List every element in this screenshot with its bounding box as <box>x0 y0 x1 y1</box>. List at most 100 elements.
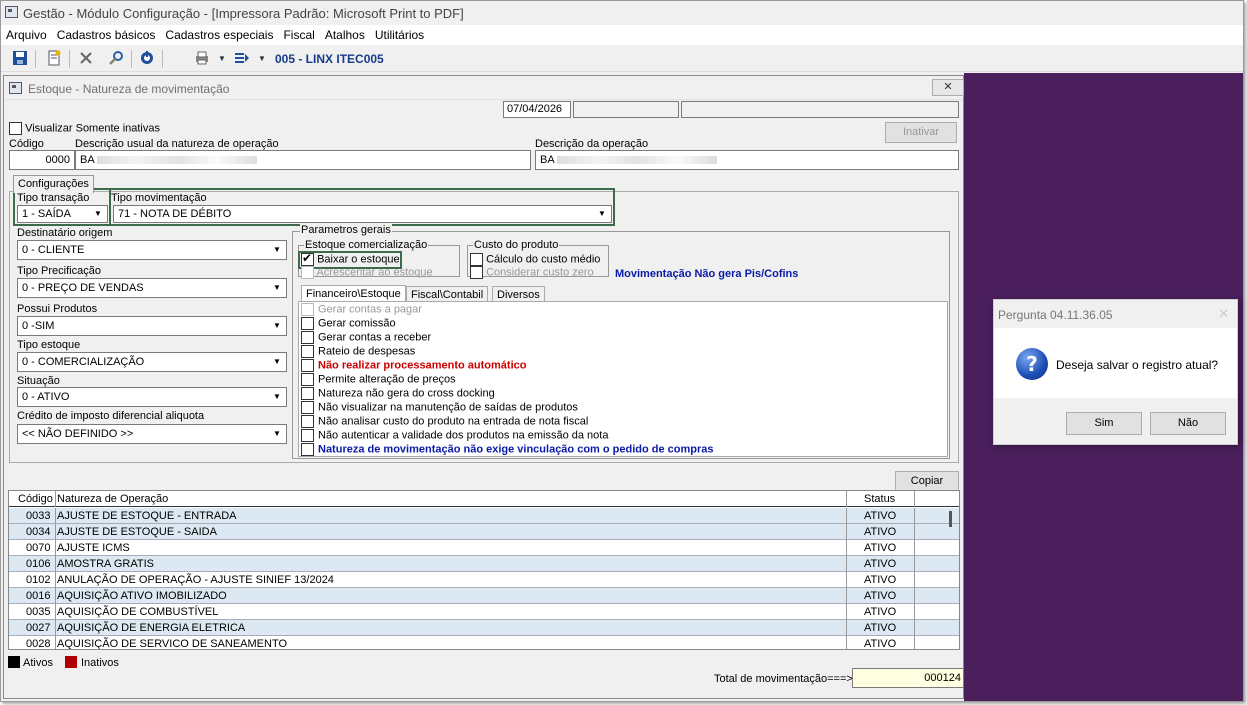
calculo-check-box[interactable] <box>470 253 483 266</box>
tipo-estoque-select[interactable]: 0 - COMERCIALIZAÇÃO ▼ <box>17 352 287 372</box>
op-desc-label: Descrição da operação <box>535 138 649 150</box>
option-check-box[interactable] <box>301 401 314 414</box>
option-nao-analisar-custo[interactable]: Não analisar custo do produto na entrada… <box>301 415 588 428</box>
option-check-box[interactable] <box>301 359 314 372</box>
option-check-box[interactable] <box>301 345 314 358</box>
tipo-movimentacao-select[interactable]: 71 - NOTA DE DÉBITO ▼ <box>113 205 612 223</box>
baixar-checkbox[interactable]: Baixar o estoque <box>301 251 400 266</box>
chevron-down-icon[interactable]: ▼ <box>269 318 285 334</box>
export-icon[interactable] <box>233 50 251 67</box>
table-row[interactable]: 0102 ANULAÇÃO DE OPERAÇÃO - AJUSTE SINIEF… <box>9 572 959 588</box>
menu-atalhos[interactable]: Atalhos <box>320 25 370 45</box>
menu-cadastros-basicos[interactable]: Cadastros básicos <box>52 25 161 45</box>
option-check-box[interactable] <box>301 387 314 400</box>
option-check-box[interactable] <box>301 429 314 442</box>
calculo-checkbox[interactable]: Cálculo do custo médio <box>470 253 600 266</box>
table-row[interactable]: 0035 AQUISIÇÃO DE COMBUSTÍVEL ATIVO <box>9 604 959 620</box>
credito-select[interactable]: << NÃO DEFINIDO >> ▼ <box>17 424 287 444</box>
possui-produtos-select[interactable]: 0 -SIM ▼ <box>17 316 287 336</box>
only-inactive-checkbox[interactable]: Visualizar Somente inativas <box>9 122 160 135</box>
toolbar: ▼ ▼ 005 - LINX ITEC005 <box>1 46 1243 72</box>
menu-utilitarios[interactable]: Utilitários <box>370 25 429 45</box>
copiar-button[interactable]: Copiar <box>895 471 959 491</box>
dialog-close-icon[interactable]: ✕ <box>1218 306 1229 322</box>
date-field: 07/04/2026 <box>503 101 571 118</box>
considerar-checkbox: Considerar custo zero <box>470 266 594 279</box>
destinatario-value: 0 - CLIENTE <box>22 244 85 256</box>
option-nao-visualizar-saidas[interactable]: Não visualizar na manutenção de saídas d… <box>301 401 578 414</box>
table-row[interactable]: 0016 AQUISIÇÃO ATIVO IMOBILIZADO ATIVO <box>9 588 959 604</box>
option-check-box[interactable] <box>301 317 314 330</box>
header-natureza[interactable]: Natureza de Operação <box>57 493 168 505</box>
toolbar-separator <box>131 50 132 68</box>
col-divider <box>846 572 847 588</box>
tipo-transacao-select[interactable]: 1 - SAÍDA ▼ <box>17 205 108 223</box>
tipo-precificacao-select[interactable]: 0 - PREÇO DE VENDAS ▼ <box>17 278 287 298</box>
delete-icon[interactable] <box>77 50 95 67</box>
table-row[interactable]: 0033 AJUSTE DE ESTOQUE - ENTRADA ATIVO <box>9 508 959 524</box>
chevron-down-icon[interactable]: ▼ <box>269 389 285 405</box>
header-codigo[interactable]: Código <box>18 493 53 505</box>
menu-arquivo[interactable]: Arquivo <box>1 25 52 45</box>
destinatario-select[interactable]: 0 - CLIENTE ▼ <box>17 240 287 260</box>
new-document-icon[interactable] <box>45 50 63 67</box>
col-divider <box>914 572 915 588</box>
table-row[interactable]: 0070 AJUSTE ICMS ATIVO <box>9 540 959 556</box>
tipo-movimentacao-label: Tipo movimentação <box>111 192 207 204</box>
print-dropdown-icon[interactable]: ▼ <box>213 50 231 67</box>
col-divider <box>55 604 56 620</box>
chevron-down-icon[interactable]: ▼ <box>594 207 610 221</box>
close-button[interactable]: ✕ <box>932 79 964 96</box>
option-cross-docking[interactable]: Natureza não gera do cross docking <box>301 387 495 400</box>
only-inactive-check-box[interactable] <box>9 122 22 135</box>
considerar-check-box[interactable] <box>470 266 483 279</box>
chevron-down-icon[interactable]: ▼ <box>269 242 285 258</box>
sim-button[interactable]: Sim <box>1066 412 1142 435</box>
table-row[interactable]: 0027 AQUISIÇÃO DE ENERGIA ELETRICA ATIVO <box>9 620 959 636</box>
code-field[interactable]: 0000 <box>9 150 75 170</box>
option-nao-exige-vinculacao[interactable]: Natureza de movimentação não exige vincu… <box>301 443 714 456</box>
chevron-down-icon[interactable]: ▼ <box>90 207 106 221</box>
tab-configuracoes[interactable]: Configurações <box>13 175 94 193</box>
option-check-box[interactable] <box>301 443 314 456</box>
option-check-box[interactable] <box>301 373 314 386</box>
chevron-down-icon[interactable]: ▼ <box>269 280 285 296</box>
chevron-down-icon[interactable]: ▼ <box>269 426 285 442</box>
option-label: Não analisar custo do produto na entrada… <box>318 415 589 428</box>
option-check-box[interactable] <box>301 331 314 344</box>
option-permite-alteracao-precos[interactable]: Permite alteração de preços <box>301 373 456 386</box>
save-icon[interactable] <box>11 50 29 67</box>
tab-diversos[interactable]: Diversos <box>492 286 545 302</box>
table-row[interactable]: 0034 AJUSTE DE ESTOQUE - SAIDA ATIVO <box>9 524 959 540</box>
option-rateio-despesas[interactable]: Rateio de despesas <box>301 345 415 358</box>
usual-desc-label: Descrição usual da natureza de operação <box>75 138 279 150</box>
op-desc-field[interactable]: BA <box>535 150 959 170</box>
option-nao-autenticar-validade[interactable]: Não autenticar a validade dos produtos n… <box>301 429 608 442</box>
checkmark-icon[interactable] <box>301 251 314 266</box>
header-status[interactable]: Status <box>864 493 895 505</box>
table-row[interactable]: 0028 AQUISIÇÃO DE SERVICO DE SANEAMENTO AT… <box>9 636 959 649</box>
tab-financeiro-estoque[interactable]: Financeiro\Estoque <box>301 285 406 301</box>
option-nao-realizar-processamento[interactable]: Não realizar processamento automático <box>301 359 526 372</box>
option-gerar-comissao[interactable]: Gerar comissão <box>301 317 396 330</box>
table-row[interactable]: 0106 AMOSTRA GRATIS ATIVO <box>9 556 959 572</box>
menu-fiscal[interactable]: Fiscal <box>278 25 319 45</box>
cell-codigo: 0106 <box>26 558 51 570</box>
chevron-down-icon[interactable]: ▼ <box>269 354 285 370</box>
custo-group-title: Custo do produto <box>473 239 560 251</box>
inativar-button[interactable]: Inativar <box>885 122 957 143</box>
option-gerar-contas-receber[interactable]: Gerar contas a receber <box>301 331 431 344</box>
col-divider <box>55 572 56 588</box>
refresh-icon[interactable] <box>138 50 156 67</box>
col-divider <box>846 508 847 524</box>
situacao-select[interactable]: 0 - ATIVO ▼ <box>17 387 287 407</box>
scrollbar-thumb[interactable] <box>949 511 952 527</box>
menu-cadastros-especiais[interactable]: Cadastros especiais <box>160 25 278 45</box>
nao-button[interactable]: Não <box>1150 412 1226 435</box>
search-icon[interactable] <box>107 50 125 67</box>
tab-fiscal-contabil[interactable]: Fiscal\Contabil <box>406 286 489 302</box>
export-dropdown-icon[interactable]: ▼ <box>253 50 271 67</box>
option-check-box[interactable] <box>301 415 314 428</box>
print-icon[interactable] <box>193 50 211 67</box>
usual-desc-field[interactable]: BA <box>75 150 531 170</box>
